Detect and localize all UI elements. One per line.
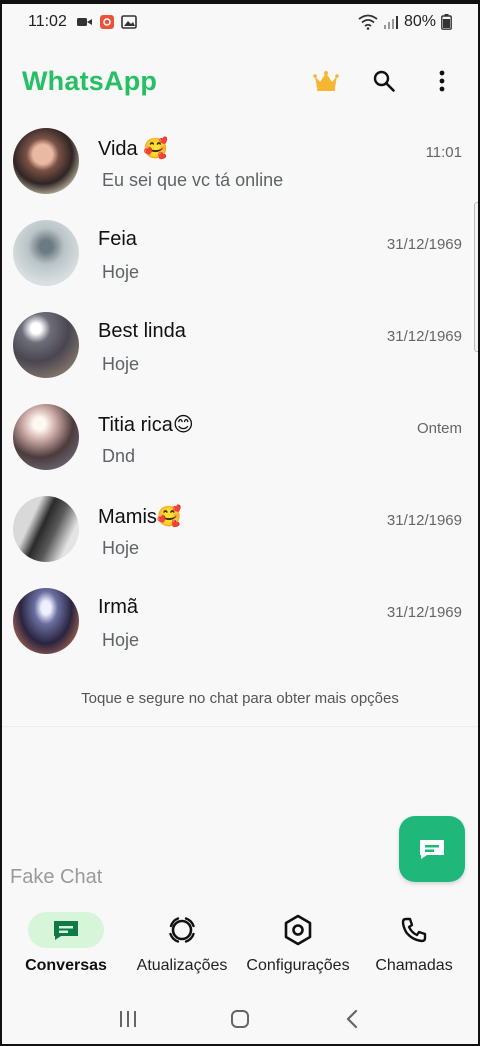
avatar bbox=[13, 220, 79, 286]
chat-preview: Hoje bbox=[102, 630, 140, 650]
avatar bbox=[13, 588, 79, 654]
chat-row[interactable]: Feia Hoje 31/12/1969 bbox=[2, 208, 478, 300]
scroll-indicator[interactable] bbox=[474, 202, 478, 352]
chat-icon bbox=[54, 921, 78, 940]
chat-name: Best linda bbox=[98, 320, 186, 342]
nav-label: Configurações bbox=[246, 957, 350, 974]
wifi-icon bbox=[358, 14, 378, 30]
status-time: 11:02 bbox=[28, 13, 67, 30]
hint-text: Toque e segure no chat para obter mais o… bbox=[81, 690, 399, 707]
more-options-button[interactable] bbox=[428, 67, 456, 95]
system-nav-bar bbox=[2, 996, 478, 1042]
new-chat-icon bbox=[420, 840, 444, 859]
nav-item-conversas[interactable]: Conversas bbox=[8, 904, 124, 990]
nav-icon-pill bbox=[260, 912, 336, 948]
home-icon bbox=[231, 1010, 249, 1028]
nav-icon-pill bbox=[376, 912, 452, 948]
chat-time: 31/12/1969 bbox=[386, 512, 462, 529]
chat-row[interactable]: Vida 🥰 Eu sei que vc tá online 11:01 bbox=[2, 116, 478, 208]
app-header: WhatsApp bbox=[2, 54, 478, 108]
battery-icon bbox=[441, 14, 452, 30]
chat-preview: Hoje bbox=[102, 354, 140, 374]
divider bbox=[2, 726, 478, 727]
battery-percent: 80% bbox=[403, 13, 436, 30]
recent-apps-icon bbox=[120, 1011, 136, 1027]
chat-row[interactable]: Mamis🥰 Hoje 31/12/1969 bbox=[2, 484, 478, 576]
back-button[interactable] bbox=[332, 1004, 372, 1034]
chat-time: Ontem bbox=[416, 420, 462, 437]
premium-button[interactable] bbox=[312, 67, 340, 95]
search-button[interactable] bbox=[370, 67, 398, 95]
search-icon bbox=[373, 70, 395, 92]
chat-name: Feia bbox=[98, 228, 137, 250]
gallery-notification-icon bbox=[121, 15, 137, 29]
recent-apps-button[interactable] bbox=[108, 1004, 148, 1034]
watermark-text: Fake Chat bbox=[10, 866, 103, 888]
nav-icon-pill bbox=[28, 912, 104, 948]
avatar bbox=[13, 128, 79, 194]
avatar bbox=[13, 404, 79, 470]
status-left: 11:02 bbox=[28, 13, 137, 31]
nav-item-configuracoes[interactable]: Configurações bbox=[240, 904, 356, 990]
new-chat-button[interactable] bbox=[399, 816, 465, 882]
nav-item-chamadas[interactable]: Chamadas bbox=[356, 904, 472, 990]
status-bar: 11:02 80% bbox=[2, 4, 478, 40]
chat-name: Titia rica😊 bbox=[98, 414, 194, 436]
crown-icon bbox=[313, 71, 339, 91]
settings-icon bbox=[284, 914, 312, 946]
header-actions bbox=[312, 67, 456, 95]
chat-time: 31/12/1969 bbox=[386, 604, 462, 621]
chat-time: 11:01 bbox=[425, 144, 462, 161]
chat-name: Vida 🥰 bbox=[98, 138, 169, 160]
status-right: 80% bbox=[358, 13, 452, 31]
app-title: WhatsApp bbox=[22, 65, 158, 96]
nav-item-atualizacoes[interactable]: Atualizações bbox=[124, 904, 240, 990]
nav-label: Chamadas bbox=[375, 957, 453, 974]
chat-row[interactable]: Titia rica😊 Dnd Ontem bbox=[2, 392, 478, 484]
app-frame: 11:02 80% WhatsApp Vida 🥰 Eu sei que vc … bbox=[0, 0, 480, 1046]
signal-icon bbox=[383, 16, 398, 29]
nav-label: Atualizações bbox=[136, 957, 228, 974]
chat-time: 31/12/1969 bbox=[386, 328, 462, 345]
bottom-nav: Conversas Atualizações Configurações Cha… bbox=[2, 904, 478, 990]
phone-icon bbox=[401, 917, 427, 943]
avatar bbox=[13, 312, 79, 378]
back-icon bbox=[346, 1009, 358, 1029]
chat-preview: Eu sei que vc tá online bbox=[102, 170, 284, 190]
chat-time: 31/12/1969 bbox=[386, 236, 462, 253]
avatar bbox=[13, 496, 79, 562]
nav-label: Conversas bbox=[25, 957, 107, 974]
video-notification-icon bbox=[76, 18, 92, 26]
more-vert-icon bbox=[439, 70, 445, 92]
chat-preview: Hoje bbox=[102, 262, 140, 282]
chat-row[interactable]: Irmã Hoje 31/12/1969 bbox=[2, 576, 478, 668]
home-button[interactable] bbox=[220, 1004, 260, 1034]
chat-list: Vida 🥰 Eu sei que vc tá online 11:01 Fei… bbox=[2, 116, 478, 668]
chat-name: Irmã bbox=[98, 596, 138, 618]
chat-row[interactable]: Best linda Hoje 31/12/1969 bbox=[2, 300, 478, 392]
chat-name: Mamis🥰 bbox=[98, 506, 182, 528]
status-icon bbox=[169, 917, 195, 943]
app-notification-icon bbox=[99, 15, 114, 29]
chat-preview: Hoje bbox=[102, 538, 140, 558]
chat-preview: Dnd bbox=[102, 446, 136, 466]
nav-icon-pill bbox=[144, 912, 220, 948]
